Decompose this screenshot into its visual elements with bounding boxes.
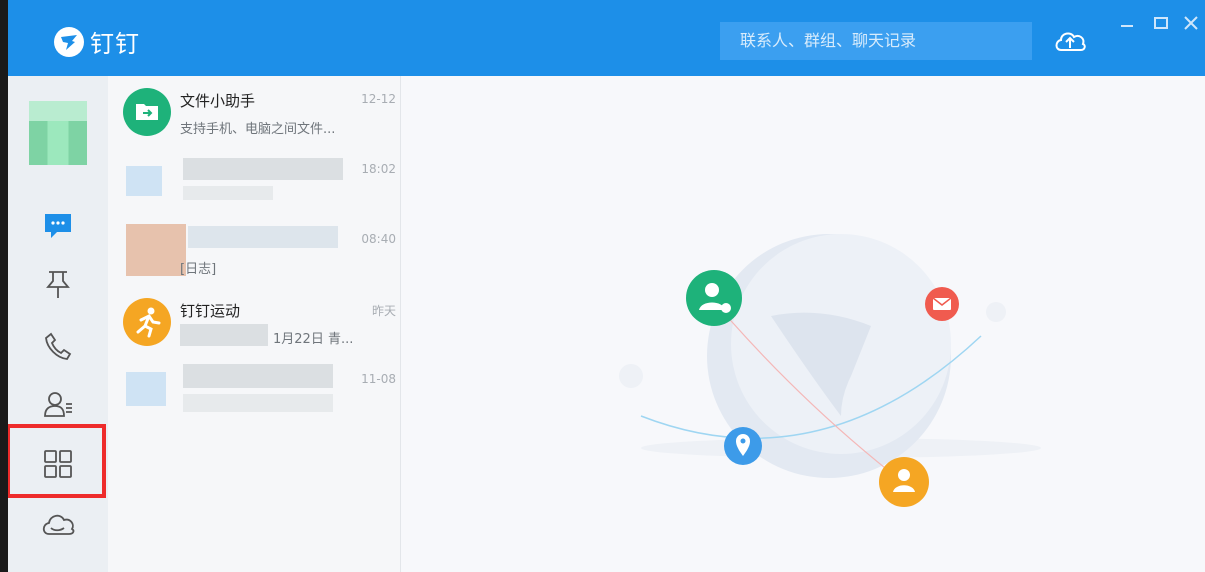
contacts-icon[interactable] (38, 384, 78, 424)
phone-icon[interactable] (38, 326, 78, 366)
chat-preview: 支持手机、电脑之间文件... (180, 122, 336, 137)
contact-bubble-icon (686, 270, 742, 326)
empty-state-panel (401, 76, 1205, 572)
running-icon (123, 298, 171, 346)
app-logo: 钉钉 (54, 24, 140, 59)
redacted-name (183, 364, 333, 388)
search-input[interactable]: 联系人、群组、聊天记录 (720, 22, 1032, 60)
chat-time: 昨天 (371, 304, 396, 318)
dingtalk-window: 钉钉 联系人、群组、聊天记录 文件小助手 12-12 支持手机、电脑之间文件..… (8, 0, 1205, 572)
avatar[interactable] (29, 101, 87, 165)
empty-state-illustration (619, 234, 1041, 507)
nav-sidebar (8, 76, 108, 572)
chat-name: 钉钉运动 (180, 302, 241, 320)
highlight-box (8, 424, 106, 498)
mail-bubble-icon (925, 287, 959, 321)
maximize-icon[interactable] (1152, 14, 1170, 32)
chat-time: 12-12 (361, 92, 396, 106)
list-item[interactable]: 08:40 [日志] (108, 218, 400, 286)
chat-preview: [日志] (180, 262, 217, 277)
app-name: 钉钉 (90, 30, 140, 58)
list-item[interactable]: 钉钉运动 昨天 1月22日 青... (108, 288, 400, 356)
list-item[interactable]: 文件小助手 12-12 支持手机、电脑之间文件... (108, 78, 400, 146)
redacted-preview (183, 394, 333, 412)
chat-time: 08:40 (361, 232, 396, 246)
chat-preview: 1月22日 青... (273, 332, 354, 347)
list-item[interactable]: 11-08 (108, 358, 400, 426)
cloud-upload-icon[interactable] (1052, 26, 1088, 56)
avatar (126, 224, 186, 276)
user-bubble-icon (879, 457, 929, 507)
avatar (126, 372, 166, 406)
title-bar: 钉钉 联系人、群组、聊天记录 (8, 0, 1205, 76)
redacted-name (183, 158, 343, 180)
cloud-icon[interactable] (38, 504, 78, 544)
folder-icon (123, 88, 171, 136)
chat-time: 18:02 (361, 162, 396, 176)
chat-time: 11-08 (361, 372, 396, 386)
chat-bubble-icon[interactable] (38, 206, 78, 246)
minimize-icon[interactable] (1118, 14, 1136, 32)
redacted-preview (183, 186, 273, 200)
pin-icon[interactable] (38, 264, 78, 304)
location-bubble-icon (724, 427, 762, 465)
avatar (126, 166, 162, 196)
chat-name: 文件小助手 (180, 92, 256, 110)
list-item[interactable]: 18:02 (108, 148, 400, 216)
dingtalk-logo-icon (54, 26, 84, 57)
redacted-preview (180, 324, 268, 346)
redacted-name (188, 226, 338, 248)
close-icon[interactable] (1182, 14, 1200, 32)
chat-list: 文件小助手 12-12 支持手机、电脑之间文件... 18:02 08:40 [… (108, 76, 401, 572)
